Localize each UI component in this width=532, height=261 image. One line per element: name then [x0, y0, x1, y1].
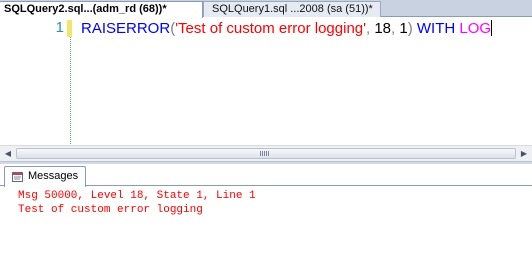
code-state: 1 [395, 20, 408, 37]
messages-pane[interactable]: Msg 50000, Level 18, State 1, Line 1 Tes… [0, 186, 532, 261]
tab-messages-label: Messages [28, 170, 79, 182]
code-string-message: 'Test of custom error logging' [175, 20, 366, 37]
tab-messages[interactable]: Messages [4, 166, 86, 187]
code-severity: 18 [370, 20, 392, 37]
scroll-left-arrow-icon[interactable]: ◀ [0, 146, 16, 162]
editor-horizontal-scrollbar[interactable]: ◀ ▶ [0, 145, 532, 161]
query-editor[interactable]: 1 RAISERROR('Test of custom error loggin… [0, 17, 532, 145]
scrollbar-thumb[interactable] [16, 148, 516, 159]
grip-icon [260, 151, 270, 156]
code-keyword-with: WITH [412, 20, 460, 37]
code-line[interactable]: RAISERROR('Test of custom error logging'… [81, 19, 493, 38]
tab-sqlquery1[interactable]: SQLQuery1.sql ...2008 (sa (51))* [203, 1, 381, 17]
text-caret [491, 20, 493, 36]
scroll-right-arrow-icon[interactable]: ▶ [516, 146, 532, 162]
message-line-error-text: Test of custom error logging [18, 204, 203, 216]
message-icon [12, 172, 23, 182]
code-keyword-log: LOG [459, 20, 492, 37]
message-line-error-header: Msg 50000, Level 18, State 1, Line 1 [18, 190, 256, 202]
changed-line-marker [67, 20, 72, 37]
results-tab-strip: Messages [0, 164, 532, 187]
editor-gutter-line [70, 37, 71, 145]
document-tab-strip: SQLQuery2.sql...(adm_rd (68))* SQLQuery1… [0, 0, 532, 18]
line-number: 1 [55, 19, 64, 36]
tab-sqlquery2[interactable]: SQLQuery2.sql...(adm_rd (68))* [0, 1, 203, 18]
code-keyword-raiserror: RAISERROR [81, 20, 171, 37]
